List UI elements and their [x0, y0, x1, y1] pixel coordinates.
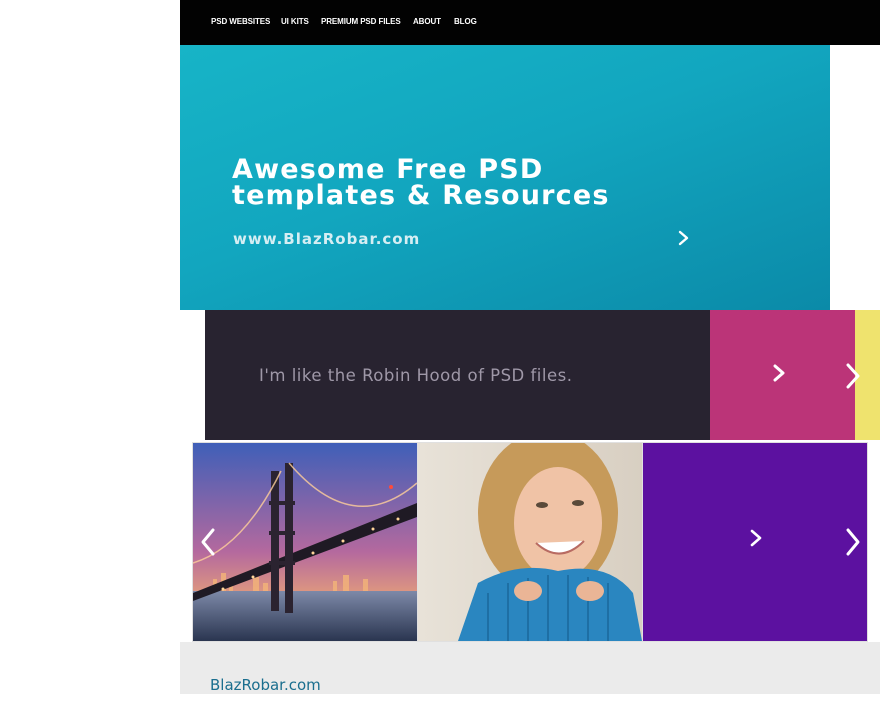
top-nav-bar: PSD WEBSITES UI KITS PREMIUM PSD FILES A… — [180, 0, 880, 45]
bridge-photo[interactable] — [193, 443, 417, 641]
nav-item-psd-websites[interactable]: PSD WEBSITES — [211, 17, 270, 26]
quote-band: I'm like the Robin Hood of PSD files. — [205, 310, 710, 440]
chevron-right-icon[interactable] — [677, 229, 691, 247]
hero-title-line-2: templates & Resources — [232, 180, 610, 211]
footer-brand-link[interactable]: BlazRobar.com — [210, 676, 321, 694]
footer: BlazRobar.com — [180, 642, 880, 694]
chevron-right-icon[interactable] — [771, 362, 787, 384]
chevron-right-icon[interactable] — [749, 528, 763, 548]
nav-item-about[interactable]: ABOUT — [413, 17, 441, 26]
hero-url-link[interactable]: www.BlazRobar.com — [233, 230, 420, 248]
nav-item-blog[interactable]: BLOG — [454, 17, 477, 26]
next-slide-arrow-icon[interactable] — [843, 526, 863, 558]
previous-slide-arrow-icon[interactable] — [198, 526, 218, 558]
nav-item-ui-kits[interactable]: UI KITS — [281, 17, 309, 26]
hero-title: Awesome Free PSD templates & Resources — [232, 156, 752, 211]
nav-item-premium-psd-files[interactable]: PREMIUM PSD FILES — [321, 17, 401, 26]
hero-banner: Awesome Free PSD templates & Resources w… — [180, 45, 830, 310]
woman-photo[interactable] — [418, 443, 642, 641]
quote-text: I'm like the Robin Hood of PSD files. — [259, 366, 573, 385]
next-slide-arrow-icon[interactable] — [843, 361, 863, 391]
